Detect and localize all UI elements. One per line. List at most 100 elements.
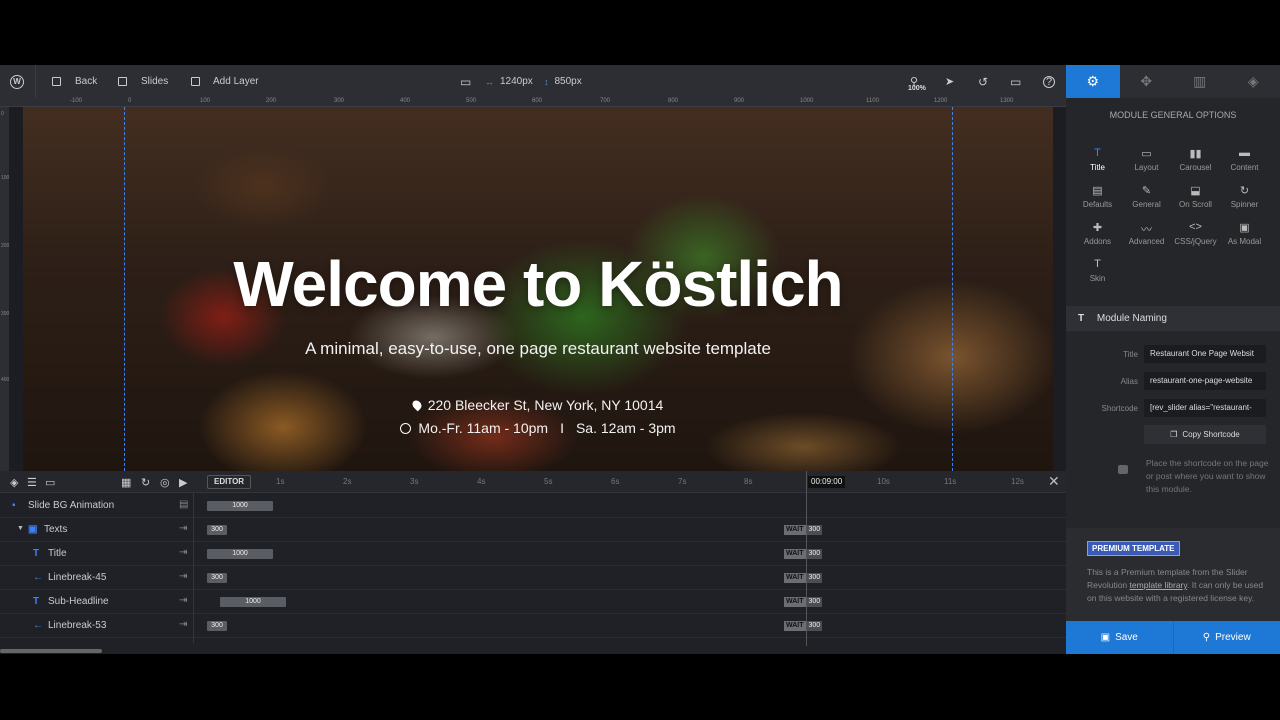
wait-label: WAIT	[784, 525, 806, 535]
wait-block[interactable]: WAIT 300	[784, 573, 823, 583]
image-icon[interactable]: ▤	[179, 499, 188, 510]
export-icon[interactable]: ⇥	[179, 595, 187, 606]
chart-icon: 〰	[1141, 224, 1152, 236]
option-layout[interactable]: ▭ Layout	[1122, 147, 1171, 172]
preview-button[interactable]: ⚲ Preview	[1172, 621, 1280, 654]
grid-icon[interactable]: ▦	[121, 476, 131, 489]
save-button[interactable]: ▣ Save	[1066, 621, 1173, 654]
option-general[interactable]: ✎ General	[1122, 184, 1171, 209]
editor-tab[interactable]: EDITOR	[207, 475, 252, 489]
height-field[interactable]: ↕ 850px	[544, 65, 582, 98]
move-icon: ✥	[1140, 73, 1153, 89]
clock-icon	[400, 422, 412, 434]
option-css-jquery[interactable]: <> CSS/jQuery	[1171, 221, 1220, 246]
close-icon[interactable]: ✕	[1048, 473, 1060, 490]
slide-title[interactable]: Welcome to Köstlich	[23, 247, 1053, 321]
option-label: Skin	[1089, 274, 1106, 283]
option-content[interactable]: ▬ Content	[1220, 147, 1269, 172]
responsive-button[interactable]: ▭	[1010, 65, 1021, 98]
top-toolbar: W Back Slides Add Layer ▭ ↔ 1240px ↕ 850…	[0, 65, 1066, 98]
wait-block[interactable]: WAIT 300	[784, 621, 823, 631]
slides-button[interactable]: Slides	[118, 65, 168, 98]
title-t-icon: T	[1078, 313, 1085, 324]
option-title[interactable]: T Title	[1073, 147, 1122, 172]
undo-icon: ↺	[978, 74, 989, 89]
ruler-tick: 400	[1, 377, 10, 383]
option-addons[interactable]: ✚ Addons	[1073, 221, 1122, 246]
tab-module-settings[interactable]: ⚙	[1066, 65, 1120, 98]
option-spinner[interactable]: ↻ Spinner	[1220, 184, 1269, 209]
select-tool-button[interactable]: ➤	[945, 65, 954, 98]
timing-bar[interactable]: 300	[207, 525, 227, 535]
option-advanced[interactable]: 〰 Advanced	[1122, 221, 1171, 246]
option-on-scroll[interactable]: ⬓ On Scroll	[1171, 184, 1220, 209]
back-label: Back	[75, 76, 98, 87]
device-desktop-button[interactable]: ▭	[460, 65, 471, 98]
wait-block[interactable]: WAIT 300	[784, 525, 823, 535]
shortcode-field[interactable]: [rev_slider alias="restaurant-	[1144, 399, 1266, 417]
info-icon	[1118, 465, 1128, 474]
option-label: CSS/jQuery	[1174, 237, 1217, 246]
modal-icon: ▣	[1239, 222, 1250, 234]
help-button[interactable]: ?	[1043, 65, 1055, 98]
play-icon[interactable]: ▶	[179, 476, 187, 489]
layers-toggle-icon[interactable]: ◈	[10, 476, 18, 489]
wait-block[interactable]: WAIT 300	[784, 549, 823, 559]
option-skin[interactable]: T Skin	[1073, 258, 1122, 283]
wait-block[interactable]: WAIT 300	[784, 597, 823, 607]
module-naming-header[interactable]: T Module Naming	[1066, 306, 1280, 331]
timing-bar[interactable]: 300	[207, 621, 227, 631]
list-icon[interactable]: ☰	[27, 476, 37, 489]
defaults-icon: ▤	[1092, 185, 1103, 197]
timeline-row[interactable]: ▼ ▣ Texts ⇥ 300 WAIT 300	[0, 518, 1066, 542]
slide-address[interactable]: 220 Bleecker St, New York, NY 10014	[23, 397, 1053, 413]
target-icon[interactable]: ◎	[160, 476, 170, 489]
timing-bar[interactable]: 1000	[207, 501, 273, 511]
wordpress-button[interactable]: W	[10, 65, 24, 98]
title-icon: T	[1094, 147, 1101, 159]
timeline-row[interactable]: ← Linebreak-53 ⇥ 300 WAIT 300	[0, 614, 1066, 638]
grid-guide-right	[952, 107, 953, 471]
save-icon: ▣	[1100, 632, 1111, 643]
export-icon[interactable]: ⇥	[179, 547, 187, 558]
copy-shortcode-button[interactable]: ❐ Copy Shortcode	[1144, 425, 1266, 444]
add-layer-button[interactable]: Add Layer	[191, 65, 259, 98]
option-carousel[interactable]: ▮▮ Carousel	[1171, 147, 1220, 172]
slide-canvas[interactable]: Welcome to Köstlich A minimal, easy-to-u…	[23, 107, 1053, 471]
playhead[interactable]	[806, 471, 807, 646]
width-field[interactable]: ↔ 1240px	[485, 65, 533, 98]
option-defaults[interactable]: ▤ Defaults	[1073, 184, 1122, 209]
timing-bar[interactable]: 1000	[207, 549, 273, 559]
tab-layer-options[interactable]: ◈	[1227, 65, 1280, 98]
export-icon[interactable]: ⇥	[179, 571, 187, 582]
collapse-icon[interactable]: ▼	[17, 525, 24, 532]
timeline-row[interactable]: T Sub-Headline ⇥ 1000 WAIT 300	[0, 590, 1066, 614]
option-label: General	[1132, 200, 1161, 209]
export-icon[interactable]: ⇥	[179, 523, 187, 534]
help-icon: ?	[1043, 75, 1055, 88]
ruler-tick: 600	[532, 98, 543, 104]
timeline-row[interactable]: ▪ Slide BG Animation ▤ 1000	[0, 494, 1066, 518]
export-icon[interactable]: ⇥	[179, 619, 187, 630]
back-button[interactable]: Back	[52, 65, 97, 98]
layer-name: Title	[48, 548, 67, 559]
title-field[interactable]: Restaurant One Page Websit	[1144, 345, 1266, 363]
slide-subtitle[interactable]: A minimal, easy-to-use, one page restaur…	[23, 339, 1053, 359]
tab-slide-options[interactable]: ▥	[1173, 65, 1227, 98]
timeline-scrollbar[interactable]	[0, 649, 102, 653]
alias-field[interactable]: restaurant-one-page-website	[1144, 372, 1266, 390]
timeline-row[interactable]: ← Linebreak-45 ⇥ 300 WAIT 300	[0, 566, 1066, 590]
wordpress-icon: W	[10, 74, 24, 89]
loop-icon[interactable]: ↻	[141, 476, 150, 489]
folder-icon[interactable]: ▭	[45, 476, 55, 489]
layer-name: Texts	[44, 524, 68, 535]
timing-bar[interactable]: 1000	[220, 597, 286, 607]
undo-button[interactable]: ↺	[978, 65, 988, 98]
timing-bar[interactable]: 300	[207, 573, 227, 583]
timeline-row[interactable]: T Title ⇥ 1000 WAIT 300	[0, 542, 1066, 566]
slide-hours[interactable]: Mo.-Fr. 11am - 10pm I Sa. 12am - 3pm	[23, 420, 1053, 436]
option-as-modal[interactable]: ▣ As Modal	[1220, 221, 1269, 246]
zoom-button[interactable]: ⚲ 100%	[908, 65, 926, 98]
tab-navigation[interactable]: ✥	[1120, 65, 1174, 98]
template-library-link[interactable]: template library	[1130, 580, 1187, 590]
